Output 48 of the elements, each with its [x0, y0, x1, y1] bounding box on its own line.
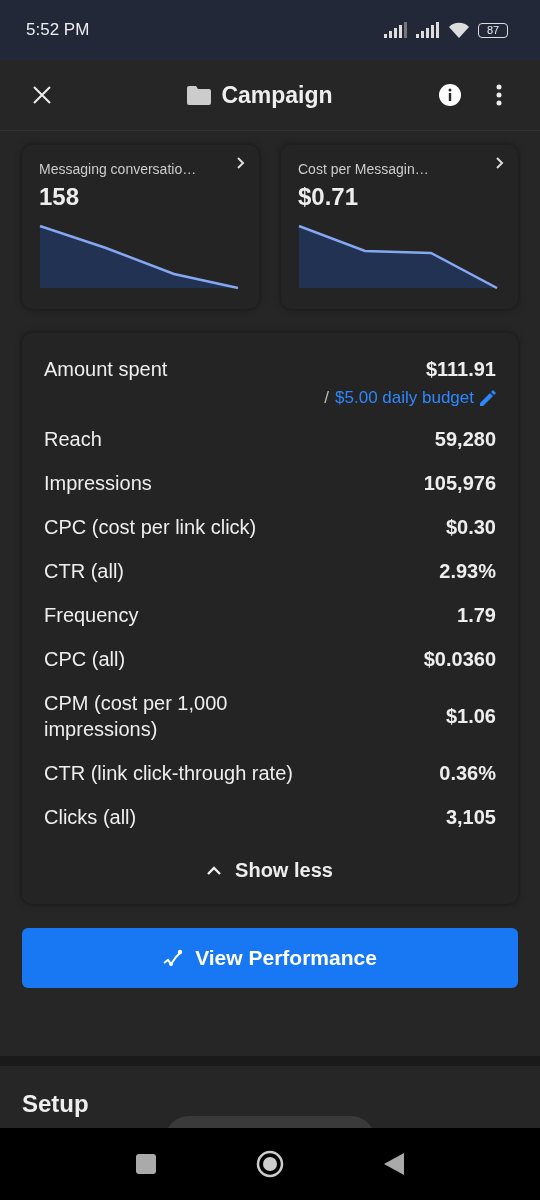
metric-value: $0.30	[445, 515, 496, 539]
card-value: $0.71	[298, 183, 360, 211]
budget-link[interactable]: $5.00 daily budget	[335, 388, 474, 408]
metric-value: 2.93%	[439, 559, 496, 583]
metric-value: $111.91	[425, 357, 496, 381]
view-performance-button[interactable]: View Performance	[22, 928, 518, 988]
metric-label: Amount spent	[44, 357, 168, 382]
status-time: 5:52 PM	[26, 20, 90, 40]
wifi-icon	[448, 22, 470, 38]
summary-card[interactable]: Messaging conversatio… 158	[22, 145, 259, 309]
page-title: Campaign	[221, 81, 333, 109]
metric-value: $1.06	[445, 704, 496, 728]
back-icon[interactable]	[384, 1153, 404, 1175]
trend-icon	[163, 949, 184, 967]
metric-label: Impressions	[44, 471, 152, 496]
metric-label: CPC (cost per link click)	[44, 515, 257, 540]
metric-label: CTR (all)	[44, 559, 124, 584]
close-icon[interactable]	[32, 85, 52, 105]
chevron-right-icon	[237, 157, 245, 169]
chevron-right-icon	[496, 157, 504, 169]
show-less-button[interactable]: Show less	[197, 853, 343, 888]
section-title: Setup	[22, 1090, 89, 1117]
metric-label: Frequency	[44, 603, 139, 628]
metric-label: CTR (link click-through rate)	[44, 761, 293, 786]
card-title: Cost per Messagin…	[298, 160, 429, 177]
metric-value: 59,280	[434, 427, 496, 451]
metric-value: 3,105	[445, 805, 496, 829]
card-value: 158	[39, 183, 81, 211]
summary-card[interactable]: Cost per Messagin… $0.71	[281, 145, 518, 309]
folder-icon	[187, 85, 212, 105]
metric-value: 105,976	[423, 471, 496, 495]
chevron-up-icon	[207, 866, 222, 875]
signal-icon	[384, 22, 408, 38]
separator-text: /	[324, 388, 330, 408]
metric-label: Clicks (all)	[44, 805, 137, 830]
metric-label: Reach	[44, 427, 102, 452]
info-icon[interactable]	[438, 83, 462, 107]
more-icon[interactable]	[496, 84, 502, 106]
metric-value: $0.0360	[423, 647, 496, 671]
metric-value: 1.79	[457, 603, 496, 627]
metric-label: CPM (cost per 1,000 impressions)	[44, 691, 229, 742]
card-title: Messaging conversatio…	[39, 160, 197, 177]
pencil-icon[interactable]	[480, 390, 496, 406]
signal-icon	[416, 22, 440, 38]
metric-value: 0.36%	[439, 761, 496, 785]
metric-label: CPC (all)	[44, 647, 126, 672]
home-icon[interactable]	[256, 1150, 284, 1178]
battery-level: 87	[486, 24, 500, 36]
